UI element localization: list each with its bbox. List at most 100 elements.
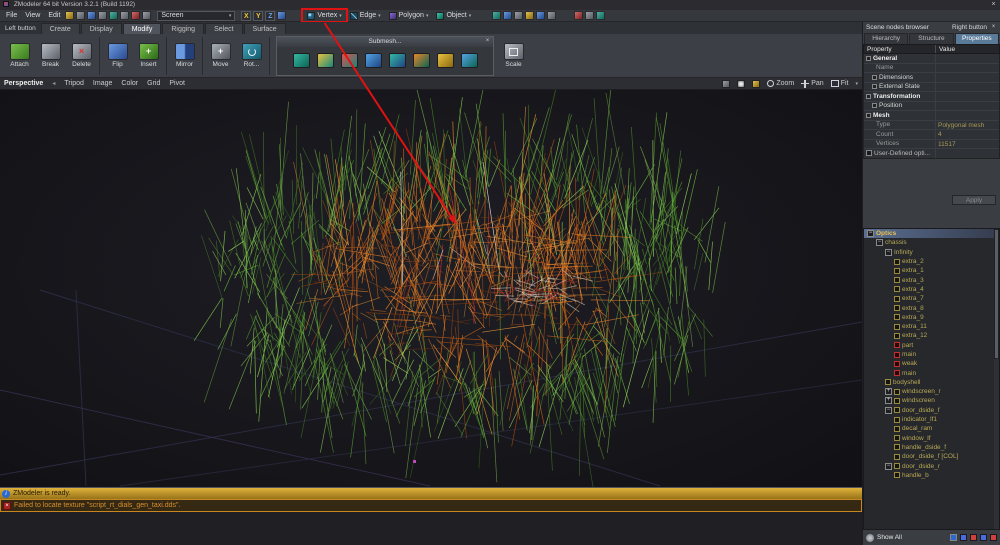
toolbar-icon[interactable] (596, 11, 605, 20)
tab-hierarchy[interactable]: Hierarchy (864, 33, 908, 44)
property-row[interactable]: Position (864, 102, 999, 112)
group-box-icon[interactable] (866, 56, 871, 61)
tree-item[interactable]: handle_dside_f (864, 443, 999, 452)
property-row[interactable]: Transformation (864, 92, 999, 102)
tab-structure[interactable]: Structure (909, 33, 953, 44)
tree-item[interactable]: weak (864, 359, 999, 368)
lighting-icon[interactable] (752, 80, 760, 88)
screen-mode-select[interactable]: Screen (157, 11, 235, 21)
viewport-option-grid[interactable]: Grid (147, 80, 160, 87)
tab-surface[interactable]: Surface (244, 23, 286, 34)
pan-tool[interactable]: Pan (801, 80, 823, 88)
tree-item[interactable]: handle_b (864, 471, 999, 480)
submesh-tool-icon[interactable] (317, 53, 334, 68)
toolbar-icon[interactable] (574, 11, 583, 20)
viewport-settings-icon[interactable] (722, 80, 730, 88)
toolbar-icon[interactable] (98, 11, 107, 20)
polygon-mode-button[interactable]: Polygon (385, 10, 433, 21)
expand-box-icon[interactable] (872, 103, 877, 108)
delete-tool-button[interactable]: Delete (66, 43, 97, 68)
apply-button[interactable]: Apply (952, 195, 996, 205)
close-window-icon[interactable] (989, 1, 998, 9)
tree-item[interactable]: extra_11 (864, 322, 999, 331)
tree-item[interactable]: extra_12 (864, 331, 999, 340)
property-row[interactable]: Vertices11517 (864, 140, 999, 150)
tree-item[interactable]: door_dside_r (864, 461, 999, 470)
collapse-icon[interactable] (885, 463, 892, 470)
axis-z-toggle[interactable]: Z (265, 11, 275, 21)
close-icon[interactable] (484, 38, 491, 45)
tree-item[interactable]: windscreen_r (864, 387, 999, 396)
tree-item[interactable]: extra_2 (864, 257, 999, 266)
group-box-icon[interactable] (866, 94, 871, 99)
toolbar-icon[interactable] (87, 11, 96, 20)
property-row[interactable]: User-Defined opti... (864, 149, 999, 159)
filter-light-icon[interactable] (990, 534, 997, 541)
visibility-checkbox[interactable] (894, 277, 900, 283)
expand-box-icon[interactable] (872, 75, 877, 80)
object-mode-button[interactable]: Object (432, 10, 475, 21)
filter-mesh-icon[interactable] (960, 534, 967, 541)
visibility-checkbox[interactable] (894, 314, 900, 320)
tree-item[interactable]: Infinity (864, 248, 999, 257)
tree-item[interactable]: bodyshell (864, 378, 999, 387)
attach-tool-button[interactable]: Attach (4, 43, 35, 68)
status-message-error[interactable]: Failed to locate texture "script_rt_dial… (0, 499, 862, 512)
tab-display[interactable]: Display (81, 23, 122, 34)
toolbar-icon[interactable] (76, 11, 85, 20)
tree-item[interactable]: door_dside_f [COL] (864, 452, 999, 461)
visibility-checkbox[interactable] (894, 398, 900, 404)
viewport-option-image[interactable]: Image (93, 80, 112, 87)
mirror-tool-button[interactable]: Mirror (169, 43, 200, 68)
visibility-checkbox[interactable] (894, 463, 900, 469)
zoom-tool[interactable]: Zoom (767, 80, 794, 87)
visibility-checkbox[interactable] (894, 324, 900, 330)
visibility-checkbox[interactable] (885, 379, 891, 385)
tree-item[interactable]: extra_7 (864, 294, 999, 303)
visibility-checkbox[interactable] (894, 268, 900, 274)
perspective-viewport[interactable] (0, 90, 862, 487)
visibility-checkbox[interactable] (894, 342, 900, 348)
visibility-checkbox[interactable] (894, 286, 900, 292)
menu-edit[interactable]: Edit (44, 12, 64, 19)
tree-item[interactable]: extra_1 (864, 266, 999, 275)
tab-create[interactable]: Create (41, 23, 80, 34)
visibility-checkbox[interactable] (894, 370, 900, 376)
submesh-tool-icon[interactable] (437, 53, 454, 68)
visibility-checkbox[interactable] (894, 352, 900, 358)
tree-scrollbar[interactable] (994, 229, 999, 529)
visibility-checkbox[interactable] (894, 472, 900, 478)
toolbar-icon[interactable] (503, 11, 512, 20)
property-row[interactable]: Mesh (864, 111, 999, 121)
expand-icon[interactable] (885, 397, 892, 404)
viewport-option-pivot[interactable]: Pivot (169, 80, 185, 87)
option-checkbox[interactable] (866, 150, 872, 156)
visibility-checkbox[interactable] (894, 426, 900, 432)
submesh-tool-icon[interactable] (365, 53, 382, 68)
tree-item[interactable]: chassis (864, 238, 999, 247)
menu-view[interactable]: View (21, 12, 44, 19)
tab-properties[interactable]: Properties (955, 33, 999, 44)
submesh-tool-icon[interactable] (389, 53, 406, 68)
tab-modify[interactable]: Modify (123, 23, 162, 34)
submesh-tool-icon[interactable] (461, 53, 478, 68)
axis-x-toggle[interactable]: X (241, 11, 251, 21)
expand-box-icon[interactable] (872, 84, 877, 89)
expand-icon[interactable] (885, 388, 892, 395)
collapse-icon[interactable] (876, 239, 883, 246)
break-tool-button[interactable]: Break (35, 43, 66, 68)
visibility-checkbox[interactable] (894, 444, 900, 450)
property-row[interactable]: General (864, 54, 999, 64)
toolbar-icon[interactable] (65, 11, 74, 20)
group-box-icon[interactable] (866, 113, 871, 118)
vertex-mode-button[interactable]: Vertex (303, 10, 345, 21)
toolbar-icon[interactable] (585, 11, 594, 20)
collapse-icon[interactable] (885, 407, 892, 414)
collapse-icon[interactable] (885, 249, 892, 256)
toolbar-icon[interactable] (277, 11, 286, 20)
status-message-ready[interactable]: ZModeler is ready. (0, 487, 862, 499)
rot-tool-button[interactable]: Rot... (236, 43, 267, 68)
tree-item[interactable]: main (864, 368, 999, 377)
tree-item[interactable]: door_dside_f (864, 406, 999, 415)
submesh-tool-icon[interactable] (341, 53, 358, 68)
